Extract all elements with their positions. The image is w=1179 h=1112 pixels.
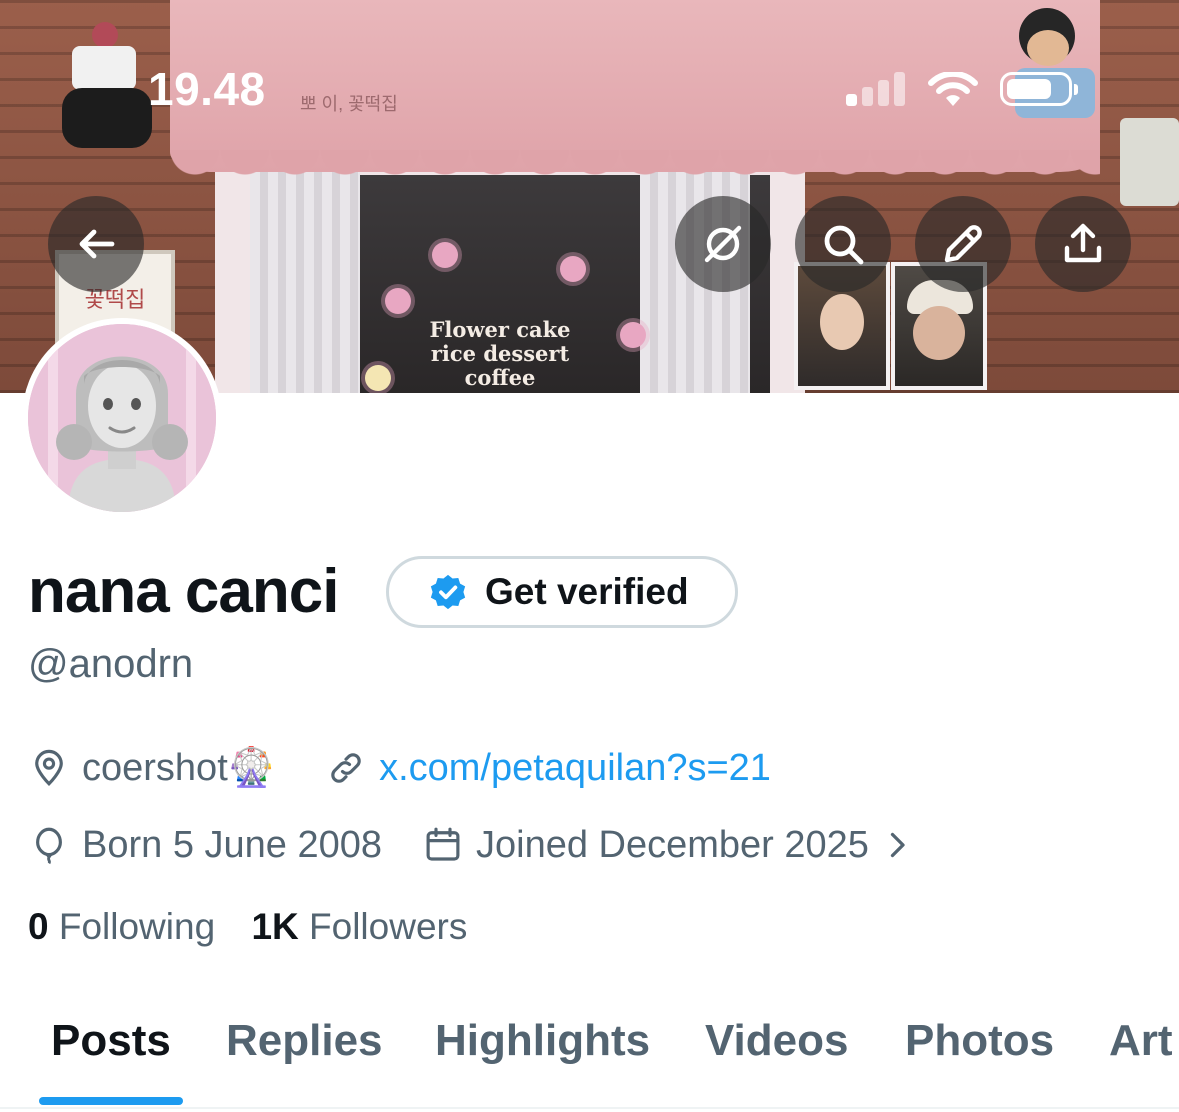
back-button[interactable] bbox=[48, 196, 144, 292]
profile-tabs: Posts Replies Highlights Videos Photos A… bbox=[0, 1000, 1179, 1112]
status-time: 19.48 bbox=[148, 63, 266, 115]
grok-button[interactable] bbox=[675, 196, 771, 292]
tab-photos[interactable]: Photos bbox=[905, 1016, 1054, 1066]
get-verified-label: Get verified bbox=[485, 571, 689, 612]
curtain-left bbox=[250, 168, 360, 393]
search-button[interactable] bbox=[795, 196, 891, 292]
window-text: Flower cake rice dessert coffee bbox=[429, 317, 571, 390]
avatar-image bbox=[28, 324, 216, 512]
profile-website-link[interactable]: x.com/petaquilan?s=21 bbox=[379, 747, 771, 790]
tabs-divider bbox=[0, 1107, 1179, 1109]
share-button[interactable] bbox=[1035, 196, 1131, 292]
flower-decal bbox=[385, 288, 411, 314]
share-icon bbox=[1064, 223, 1102, 263]
balloon-icon bbox=[36, 827, 62, 865]
pencil-icon bbox=[944, 225, 982, 263]
cellular-signal-icon bbox=[846, 70, 906, 106]
profile-joined[interactable]: Joined December 2025 bbox=[476, 824, 869, 867]
flower-decal bbox=[620, 322, 646, 348]
awning-text: 뽀 이, 꽃떡집 bbox=[300, 94, 398, 114]
profile-birthday: Born 5 June 2008 bbox=[82, 823, 383, 866]
verified-badge-icon bbox=[430, 574, 466, 610]
following-link[interactable]: 0 Following bbox=[28, 906, 215, 947]
grok-icon bbox=[704, 225, 742, 263]
chevron-right-icon[interactable] bbox=[879, 827, 915, 863]
profile-meta-row-2: Born 5 June 2008 Joined December 2025 bbox=[28, 820, 927, 870]
tab-highlights[interactable]: Highlights bbox=[435, 1016, 650, 1066]
flower-decal bbox=[365, 365, 391, 391]
flower-decal bbox=[560, 256, 586, 282]
calendar-icon bbox=[426, 827, 460, 861]
tab-articles[interactable]: Art bbox=[1109, 1016, 1173, 1066]
tab-videos[interactable]: Videos bbox=[705, 1016, 848, 1066]
awning-scallop bbox=[170, 150, 1100, 180]
link-icon bbox=[331, 753, 361, 783]
follow-stats: 0 Following 1K Followers bbox=[28, 906, 467, 948]
search-icon bbox=[824, 225, 864, 265]
display-name: nana canci bbox=[28, 557, 339, 626]
following-label: Following bbox=[58, 906, 216, 947]
followers-count: 1K bbox=[251, 906, 299, 947]
user-handle: @anodrn bbox=[28, 642, 194, 686]
get-verified-button[interactable]: Get verified bbox=[386, 556, 738, 628]
profile-location: coershot🎡 bbox=[82, 747, 276, 789]
battery-icon bbox=[1000, 72, 1078, 106]
tab-posts[interactable]: Posts bbox=[51, 1016, 171, 1066]
location-pin-icon bbox=[35, 749, 63, 786]
flower-decal bbox=[432, 242, 458, 268]
active-tab-indicator bbox=[39, 1097, 183, 1105]
followers-link[interactable]: 1K Followers bbox=[251, 906, 467, 947]
wall-box bbox=[1120, 118, 1179, 206]
avatar[interactable] bbox=[22, 318, 222, 518]
followers-label: Followers bbox=[309, 906, 468, 947]
edit-button[interactable] bbox=[915, 196, 1011, 292]
back-arrow-icon bbox=[79, 229, 115, 259]
following-count: 0 bbox=[28, 906, 49, 947]
profile-meta-row-1: coershot🎡 x.com/petaquilan?s=21 bbox=[28, 743, 771, 793]
wifi-icon bbox=[928, 72, 978, 106]
tab-replies[interactable]: Replies bbox=[226, 1016, 383, 1066]
